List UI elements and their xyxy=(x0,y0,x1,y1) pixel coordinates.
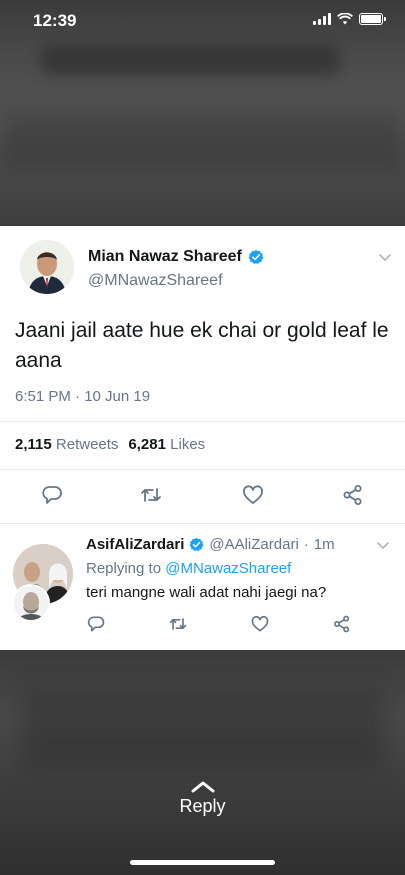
chevron-down-icon[interactable] xyxy=(376,540,390,550)
retweet-icon[interactable] xyxy=(168,614,188,634)
verified-badge-icon xyxy=(248,249,264,264)
replying-to: Replying to @MNawazShareef xyxy=(86,560,291,577)
author-avatar[interactable] xyxy=(20,240,74,294)
chevron-up-icon xyxy=(191,781,214,793)
tweet-timestamp: 6:51 PM · 10 Jun 19 xyxy=(15,388,151,405)
likes-label: Likes xyxy=(170,436,206,453)
replying-to-prefix: Replying to xyxy=(86,560,162,577)
reply-icon[interactable] xyxy=(40,483,64,507)
chevron-down-icon[interactable] xyxy=(378,252,392,262)
share-icon[interactable] xyxy=(341,483,365,507)
retweets-stat[interactable]: 2,115 Retweets xyxy=(15,436,118,453)
retweets-count: 2,115 xyxy=(15,436,52,453)
battery-icon xyxy=(359,13,386,25)
blurred-background-bottom xyxy=(0,650,405,875)
reply-label[interactable]: Reply xyxy=(0,796,405,817)
reply-author-handle[interactable]: @AAliZardari xyxy=(209,536,298,553)
reply-header: AsifAliZardari @AAliZardari · 1m xyxy=(86,536,335,553)
cellular-signal-icon xyxy=(313,13,331,25)
tweet-text: Jaani jail aate hue ek chai or gold leaf… xyxy=(15,319,389,372)
replying-to-mention[interactable]: @MNawazShareef xyxy=(165,560,291,577)
author-name[interactable]: Mian Nawaz Shareef xyxy=(88,248,264,266)
likes-count: 6,281 xyxy=(128,436,166,453)
status-icons xyxy=(313,13,386,25)
divider xyxy=(0,523,405,524)
wifi-icon xyxy=(337,13,353,25)
reply-text: teri mangne wali adat nahi jaegi na? xyxy=(86,584,327,601)
status-bar: 12:39 xyxy=(0,0,405,44)
retweet-icon[interactable] xyxy=(139,483,163,507)
likes-stat[interactable]: 6,281 Likes xyxy=(128,436,205,453)
verified-badge-icon xyxy=(189,537,204,552)
tweet-stats: 2,115 Retweets 6,281 Likes xyxy=(15,436,205,453)
like-icon[interactable] xyxy=(241,483,265,507)
reply-age: 1m xyxy=(313,536,335,553)
home-indicator[interactable] xyxy=(130,860,275,865)
like-icon[interactable] xyxy=(250,614,270,634)
author-name-text: Mian Nawaz Shareef xyxy=(88,248,242,265)
reply-actions xyxy=(0,614,405,636)
reply-separator: · xyxy=(303,536,309,553)
author-handle[interactable]: @MNawazShareef xyxy=(88,272,223,290)
divider xyxy=(0,469,405,470)
reply-bar[interactable]: Reply xyxy=(0,780,405,817)
status-time: 12:39 xyxy=(33,11,77,30)
share-icon[interactable] xyxy=(332,614,352,634)
tweet-actions xyxy=(0,483,405,511)
divider xyxy=(0,421,405,422)
retweets-label: Retweets xyxy=(55,436,119,453)
tweet-card: Mian Nawaz Shareef @MNawazShareef Jaani … xyxy=(0,226,405,650)
reply-icon[interactable] xyxy=(86,614,106,634)
reply-author-name[interactable]: AsifAliZardari xyxy=(86,536,184,553)
